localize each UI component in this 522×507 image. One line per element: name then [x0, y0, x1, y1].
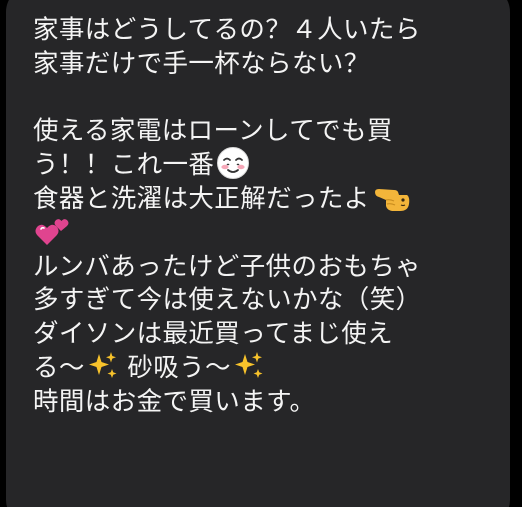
- message-line-2: 家事だけで手一杯ならない？: [33, 48, 370, 79]
- screen: 家事はどうしてるの？４人いたら 家事だけで手一杯ならない？ 使える家電はローンし…: [0, 0, 522, 507]
- message-line-3: 使える家電はローンしてでも買: [33, 116, 393, 147]
- smiling-relieved-face-icon: [216, 146, 250, 180]
- message-line-emoji-only: [33, 217, 503, 251]
- message-line-6: ルンバあったけど子供のおもちゃ: [33, 251, 421, 282]
- message-line-4-text: う！！これ一番: [33, 150, 215, 181]
- sparkles-icon: [87, 350, 119, 382]
- message-line-7: 多すぎて今は使えないかな（笑）: [33, 285, 422, 316]
- backhand-index-pointing-left-icon: [372, 180, 412, 214]
- sparkles-icon: [233, 350, 265, 382]
- message-line-9: る〜 砂吸う〜: [33, 350, 503, 386]
- message-line-10: 時間はお金で買います。: [33, 386, 316, 417]
- message-line-8: ダイソンは最近買ってまじ使え: [33, 319, 394, 350]
- message-text: 家事はどうしてるの？４人いたら 家事だけで手一杯ならない？ 使える家電はローンし…: [33, 14, 503, 420]
- message-line-9-tail: 砂吸う〜: [118, 352, 231, 383]
- message-line-4: う！！これ一番: [33, 146, 503, 183]
- message-line-5: 食器と洗濯は大正解だったよ: [33, 183, 503, 217]
- two-hearts-icon: [33, 215, 71, 249]
- message-line-1: 家事はどうしてるの？４人いたら: [33, 15, 421, 45]
- message-line-9-text: る〜: [33, 352, 85, 383]
- message-line-5-text: 食器と洗濯は大正解だったよ: [33, 183, 370, 214]
